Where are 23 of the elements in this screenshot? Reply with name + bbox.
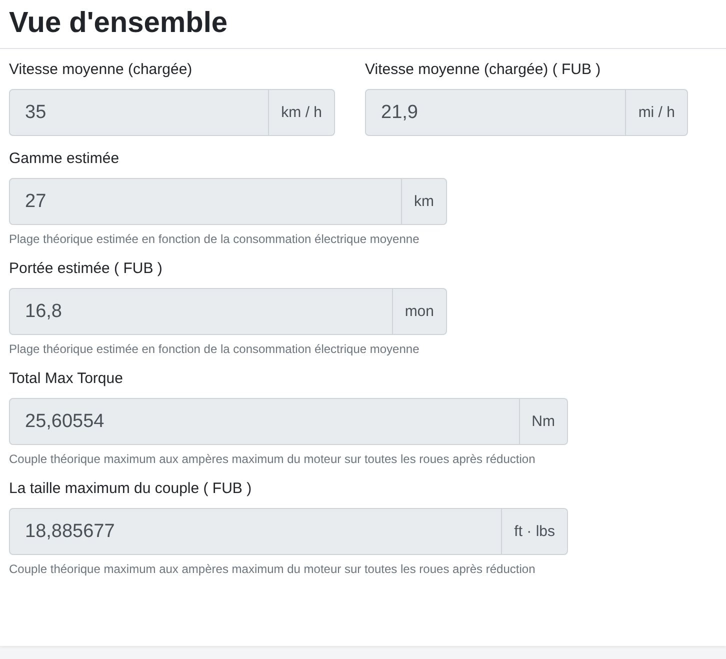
help-text: Plage théorique estimée en fonction de la consommation électrique moyenne	[9, 232, 420, 246]
field-label: Portée estimée ( FUB )	[9, 260, 164, 279]
input-field[interactable]: 21,9	[365, 89, 626, 136]
unit-addon: mi / h	[626, 89, 688, 136]
help-text: Couple théorique maximum aux ampères maximum du moteur sur toutes les roues après réduction	[9, 452, 536, 466]
input-field[interactable]: 18,885677	[9, 508, 502, 555]
unit-addon: km	[402, 178, 447, 225]
input-field[interactable]: 35	[9, 89, 270, 136]
section-title: Vue d'ensemble	[9, 6, 229, 41]
unit-addon: km / h	[269, 89, 335, 136]
field-label: Total Max Torque	[9, 370, 124, 389]
unit-addon: ft · lbs	[502, 508, 568, 555]
field-label: Vitesse moyenne (chargée)	[9, 61, 194, 80]
field-label: Gamme estimée	[9, 150, 120, 169]
input-field[interactable]: 16,8	[9, 288, 393, 335]
unit-addon: Nm	[520, 398, 568, 445]
input-field[interactable]: 27	[9, 178, 402, 225]
unit-addon: mon	[392, 288, 447, 335]
help-text: Plage théorique estimée en fonction de la consommation électrique moyenne	[9, 342, 420, 356]
help-text: Couple théorique maximum aux ampères maximum du moteur sur toutes les roues après réduction	[9, 562, 536, 576]
field-label: Vitesse moyenne (chargée) ( FUB )	[365, 61, 602, 80]
input-field[interactable]: 25,60554	[9, 398, 520, 445]
field-label: La taille maximum du couple ( FUB )	[9, 480, 253, 499]
